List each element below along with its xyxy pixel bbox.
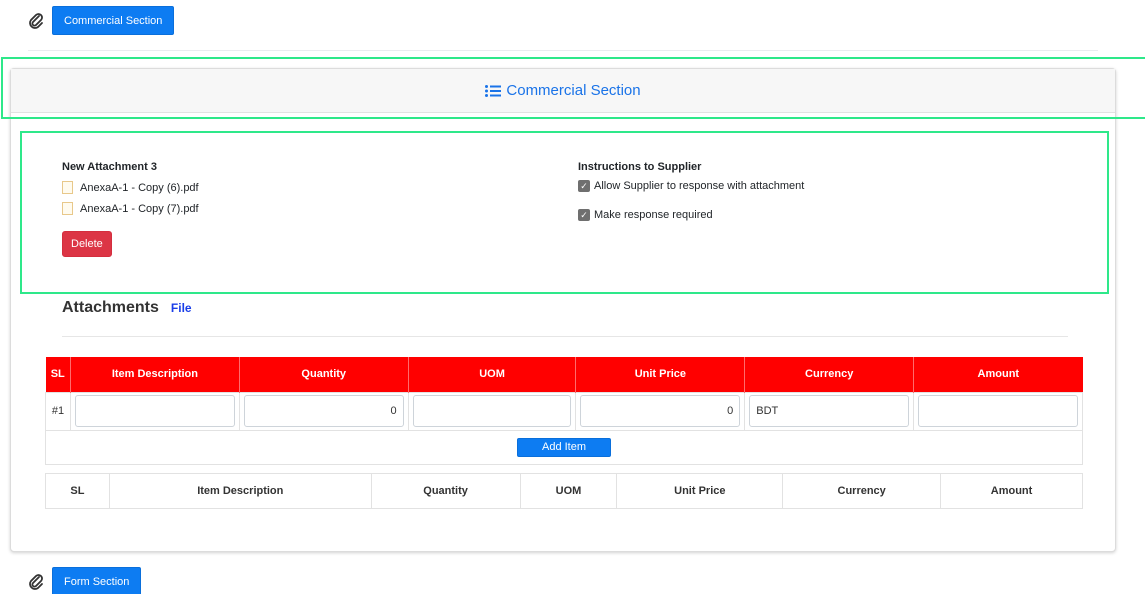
option-label: Make response required <box>594 209 713 221</box>
option-label: Allow Supplier to response with attachme… <box>594 180 805 192</box>
attachment-column: New Attachment 3 AnexaA-1 - Copy (6).pdf… <box>62 161 199 257</box>
attachment-title: New Attachment 3 <box>62 161 157 173</box>
bottom-section-bar: Form Section <box>28 567 142 594</box>
column-header: UOM <box>408 357 577 392</box>
summary-table: SL Item Description Quantity UOM Unit Pr… <box>45 473 1083 509</box>
instructions-title: Instructions to Supplier <box>578 161 702 173</box>
column-header: SL <box>45 357 71 392</box>
form-section-button[interactable]: Form Section <box>52 567 142 594</box>
card-header[interactable]: Commercial Section <box>11 69 1115 113</box>
divider <box>28 50 1098 51</box>
instructions-column: Instructions to Supplier ✓ Allow Supplie… <box>578 161 804 221</box>
row-number: #1 <box>45 391 71 431</box>
column-header: SL <box>45 473 110 509</box>
allow-attachment-option[interactable]: ✓ Allow Supplier to response with attach… <box>578 180 804 192</box>
items-table: SL Item Description Quantity UOM Unit Pr… <box>45 357 1083 465</box>
file-link[interactable]: File <box>171 301 192 315</box>
table-row: #1 0 0 BDT <box>45 391 1083 431</box>
column-header: Currency <box>744 357 915 392</box>
response-required-option[interactable]: ✓ Make response required <box>578 209 804 221</box>
attachments-heading: Attachments <box>62 299 159 316</box>
table-header-row: SL Item Description Quantity UOM Unit Pr… <box>45 357 1083 392</box>
uom-input[interactable] <box>412 395 572 427</box>
item-description-input[interactable] <box>74 395 235 427</box>
file-name: AnexaA-1 - Copy (6).pdf <box>80 181 199 194</box>
column-header: UOM <box>519 473 618 509</box>
column-header: Unit Price <box>616 473 784 509</box>
attachment-file[interactable]: AnexaA-1 - Copy (7).pdf <box>62 202 199 215</box>
column-header: Item Description <box>70 357 240 392</box>
checkbox-checked-icon[interactable]: ✓ <box>578 180 590 192</box>
column-header: Quantity <box>370 473 521 509</box>
attachments-header: Attachments File <box>62 299 192 317</box>
file-icon <box>62 181 73 194</box>
currency-input[interactable]: BDT <box>749 395 910 427</box>
amount-input[interactable] <box>918 395 1078 427</box>
column-header: Unit Price <box>575 357 746 392</box>
attachment-file[interactable]: AnexaA-1 - Copy (6).pdf <box>62 181 199 194</box>
add-item-button[interactable]: Add Item <box>516 437 612 457</box>
top-section-bar: Commercial Section <box>28 6 175 35</box>
column-header: Item Description <box>108 473 372 509</box>
paperclip-icon <box>29 12 43 29</box>
unit-price-input[interactable]: 0 <box>580 395 741 427</box>
checkbox-checked-icon[interactable]: ✓ <box>578 209 590 221</box>
quantity-input[interactable]: 0 <box>243 395 404 427</box>
column-header: Amount <box>913 357 1083 392</box>
card-header-title: Commercial Section <box>506 82 641 99</box>
file-name: AnexaA-1 - Copy (7).pdf <box>80 202 199 215</box>
delete-button[interactable]: Delete <box>62 231 112 257</box>
divider <box>62 336 1068 337</box>
add-item-row: Add Item <box>45 429 1083 465</box>
column-header: Amount <box>940 473 1083 509</box>
column-header: Quantity <box>239 357 409 392</box>
list-icon <box>485 84 502 97</box>
file-icon <box>62 202 73 215</box>
summary-header-row: SL Item Description Quantity UOM Unit Pr… <box>45 473 1083 509</box>
column-header: Currency <box>782 473 942 509</box>
paperclip-icon <box>29 573 43 590</box>
commercial-section-button[interactable]: Commercial Section <box>52 6 175 35</box>
